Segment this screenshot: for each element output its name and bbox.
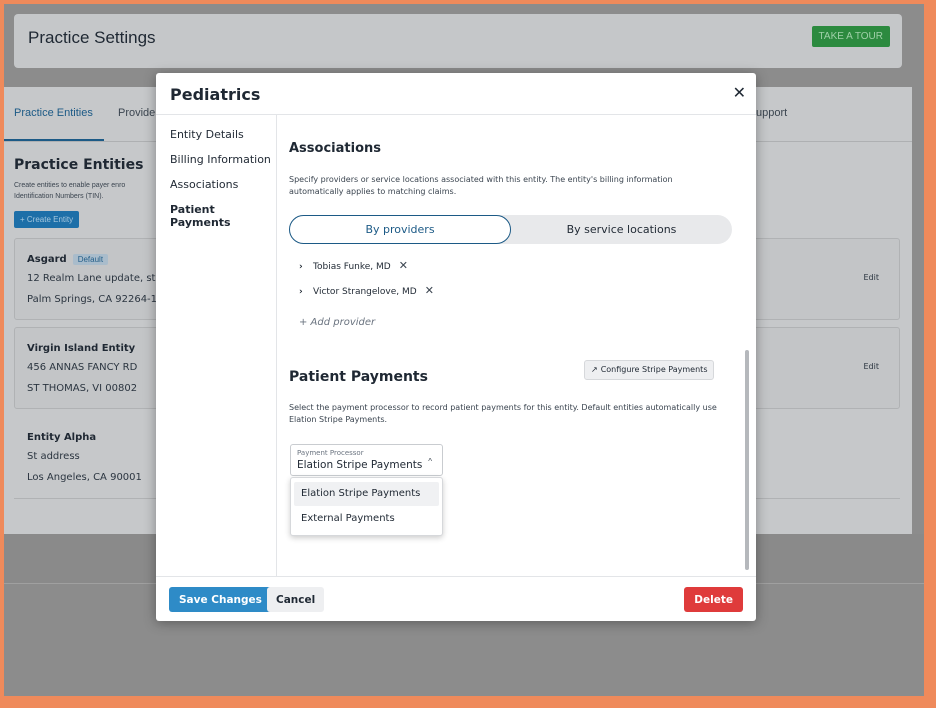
nav-associations[interactable]: Associations [170, 178, 238, 191]
nav-billing-information[interactable]: Billing Information [170, 153, 271, 166]
entity-modal: Pediatrics ✕ Entity Details Billing Info… [156, 73, 756, 621]
patient-payments-title: Patient Payments [289, 369, 428, 385]
associations-description: Specify providers or service locations a… [289, 175, 673, 197]
close-icon[interactable]: ✕ [733, 83, 746, 103]
modal-nav: Entity Details Billing Information Assoc… [156, 115, 277, 576]
tab-providers[interactable]: Provide [118, 107, 155, 119]
delete-button[interactable]: Delete [684, 587, 743, 612]
entity-name: Virgin Island Entity [27, 343, 136, 354]
by-service-locations-toggle[interactable]: By service locations [511, 215, 732, 244]
nav-patient-payments[interactable]: Patient Payments [170, 203, 276, 229]
entity-address-line2: Palm Springs, CA 92264-1 [27, 294, 158, 305]
nav-entity-details[interactable]: Entity Details [170, 128, 244, 141]
tab-practice-entities[interactable]: Practice Entities [14, 107, 93, 119]
chevron-up-icon: ^ [428, 457, 432, 466]
section-title: Practice Entities [14, 157, 144, 173]
provider-item[interactable]: › Victor Strangelove, MD ✕ [299, 284, 434, 297]
chevron-right-icon[interactable]: › [299, 262, 313, 272]
by-providers-toggle[interactable]: By providers [289, 215, 511, 244]
take-a-tour-button[interactable]: TAKE A TOUR [811, 26, 890, 47]
entity-address-line1: 12 Realm Lane update, st [27, 273, 156, 284]
default-badge: Default [72, 254, 109, 265]
entity-name: Asgard Default [27, 254, 109, 265]
edit-link[interactable]: Edit [864, 273, 880, 282]
entity-address-line2: ST THOMAS, VI 00802 [27, 383, 138, 394]
patient-payments-description: Select the payment processor to record p… [289, 403, 717, 425]
page-title: Practice Settings [28, 28, 156, 47]
modal-title: Pediatrics [170, 85, 261, 104]
payment-processor-dropdown: Elation Stripe Payments External Payment… [290, 477, 443, 536]
configure-stripe-button[interactable]: ↗ Configure Stripe Payments [584, 360, 715, 380]
create-entity-button[interactable]: + Create Entity [14, 211, 80, 228]
select-value: Elation Stripe Payments [297, 459, 423, 471]
save-changes-button[interactable]: Save Changes [169, 587, 272, 612]
option-external-payments[interactable]: External Payments [294, 507, 439, 531]
entity-name: Entity Alpha [27, 432, 97, 443]
entity-address-line1: St address [27, 451, 80, 462]
chevron-right-icon[interactable]: › [299, 287, 313, 297]
external-link-icon: ↗ [591, 365, 598, 374]
content-scrollbar[interactable] [744, 115, 750, 576]
provider-item[interactable]: › Tobias Funke, MD ✕ [299, 259, 408, 272]
scrollbar-thumb[interactable] [745, 350, 749, 570]
entity-address-line2: Los Angeles, CA 90001 [27, 472, 142, 483]
page-header: Practice Settings TAKE A TOUR [14, 14, 902, 68]
associations-title: Associations [289, 141, 381, 156]
section-description: Create entities to enable payer enro Ide… [14, 182, 126, 200]
tab-support[interactable]: upport [756, 107, 787, 119]
entity-address-line1: 456 ANNAS FANCY RD [27, 362, 138, 373]
active-tab-indicator [4, 139, 104, 141]
payment-processor-select[interactable]: Payment Processor Elation Stripe Payment… [290, 444, 443, 476]
select-label: Payment Processor [297, 449, 364, 457]
cancel-button[interactable]: Cancel [267, 587, 325, 612]
modal-footer: Save Changes Cancel Delete [156, 576, 756, 621]
remove-provider-icon[interactable]: ✕ [425, 284, 434, 297]
add-provider-button[interactable]: + Add provider [299, 317, 375, 328]
association-toggle: By providers By service locations [289, 215, 732, 244]
edit-link[interactable]: Edit [864, 362, 880, 371]
option-elation-stripe[interactable]: Elation Stripe Payments [294, 482, 439, 506]
remove-provider-icon[interactable]: ✕ [399, 259, 408, 272]
modal-header: Pediatrics ✕ [156, 73, 756, 115]
modal-content[interactable]: Associations Specify providers or servic… [277, 115, 756, 576]
